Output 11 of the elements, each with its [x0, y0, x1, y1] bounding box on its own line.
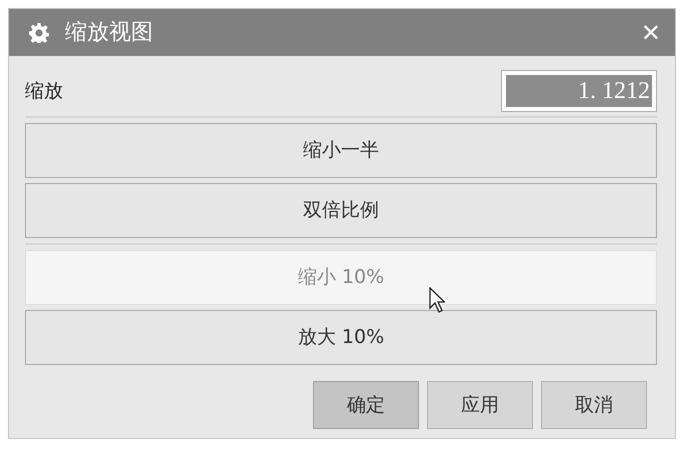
zoom-button[interactable]: 放大 10% — [25, 310, 657, 365]
window-title: 缩放视图 — [65, 19, 154, 47]
dialog-button[interactable]: 确定 — [313, 381, 419, 429]
zoom-button[interactable]: 缩小一半 — [25, 123, 657, 178]
dialog-button[interactable]: 取消 — [541, 381, 647, 429]
mouse-cursor-icon — [429, 287, 445, 313]
zoom-button[interactable]: 双倍比例 — [25, 183, 657, 238]
field-label: 缩放 — [25, 78, 63, 104]
dialog-button[interactable]: 应用 — [427, 381, 533, 429]
close-button[interactable]: ✕ — [640, 20, 661, 44]
gear-icon — [29, 22, 49, 42]
